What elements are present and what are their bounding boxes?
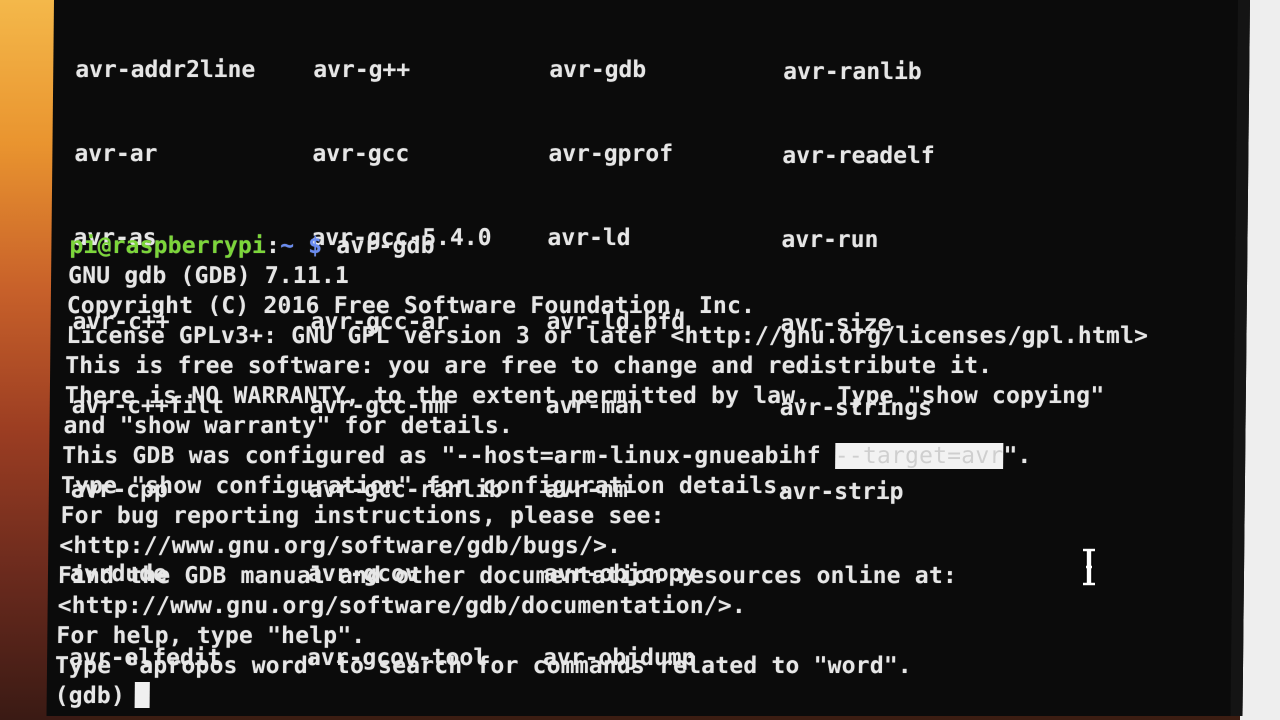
prompt-user-host: pi@raspberrypi	[69, 233, 267, 259]
gdb-docs-url-line[interactable]: <http://www.gnu.org/software/gdb/documen…	[58, 592, 747, 620]
gdb-license-line: License GPLv3+: GNU GPL version 3 or lat…	[66, 323, 1149, 349]
configured-text: This GDB was configured as "--host=arm-l…	[62, 443, 835, 469]
shell-prompt-line: pi@raspberrypi:~ $ avr-gdb	[69, 232, 435, 260]
listing-item: avr-addr2line	[75, 57, 256, 83]
gdb-bugs-url-line[interactable]: <http://www.gnu.org/software/gdb/bugs/>.	[59, 532, 621, 560]
listing-item: avr-g++	[313, 57, 411, 83]
listing-column-4: avr-ranlib avr-readelf avr-run avr-size …	[778, 2, 936, 562]
terminal-window[interactable]: avr-addr2line avr-ar avr-as avr-c++ avr-…	[46, 0, 1250, 716]
selected-text[interactable]: --target=avr	[834, 443, 1004, 469]
listing-item: avr-gcc	[312, 141, 410, 167]
listing-item: avr-readelf	[782, 143, 935, 169]
listing-item: avr-ranlib	[783, 59, 922, 85]
configured-text-end: ".	[1003, 443, 1032, 469]
gdb-copyright-line: Copyright (C) 2016 Free Software Foundat…	[66, 293, 756, 319]
listing-item: avr-ar	[74, 141, 158, 167]
mouse-ibeam-cursor-icon	[1083, 548, 1095, 586]
listing-item: avr-strip	[778, 479, 904, 505]
gdb-apropos-line: Type "apropos word" to search for comman…	[54, 653, 913, 679]
gdb-show-config-line: Type "show configuration" for configurat…	[60, 473, 792, 499]
gdb-free-software-line: This is free software: you are free to c…	[65, 353, 993, 379]
gdb-help-line: For help, type "help".	[56, 623, 366, 649]
listing-item: avr-gprof	[548, 141, 674, 167]
gdb-configured-line: This GDB was configured as "--host=arm-l…	[62, 442, 1032, 470]
prompt-command: avr-gdb	[322, 233, 435, 259]
gdb-prompt: (gdb)	[54, 683, 126, 709]
prompt-path: ~ $	[280, 233, 323, 259]
prompt-separator: :	[265, 233, 281, 259]
listing-item: avr-ld	[547, 225, 631, 251]
listing-item: avr-gdb	[549, 57, 647, 83]
listing-item: avr-run	[781, 227, 879, 253]
screen: avr-addr2line avr-ar avr-as avr-c++ avr-…	[0, 0, 1280, 720]
gdb-details-line: and "show warranty" for details.	[63, 413, 514, 439]
gdb-bug-reporting-line: For bug reporting instructions, please s…	[60, 503, 665, 529]
gdb-warranty-line: There is NO WARRANTY, to the extent perm…	[64, 383, 1105, 409]
text-cursor	[134, 682, 151, 708]
gdb-manual-line: Find the GDB manual and other documentat…	[57, 563, 958, 589]
gdb-version-line: GNU gdb (GDB) 7.11.1	[67, 263, 350, 289]
gdb-prompt-line[interactable]: (gdb)	[55, 682, 151, 710]
